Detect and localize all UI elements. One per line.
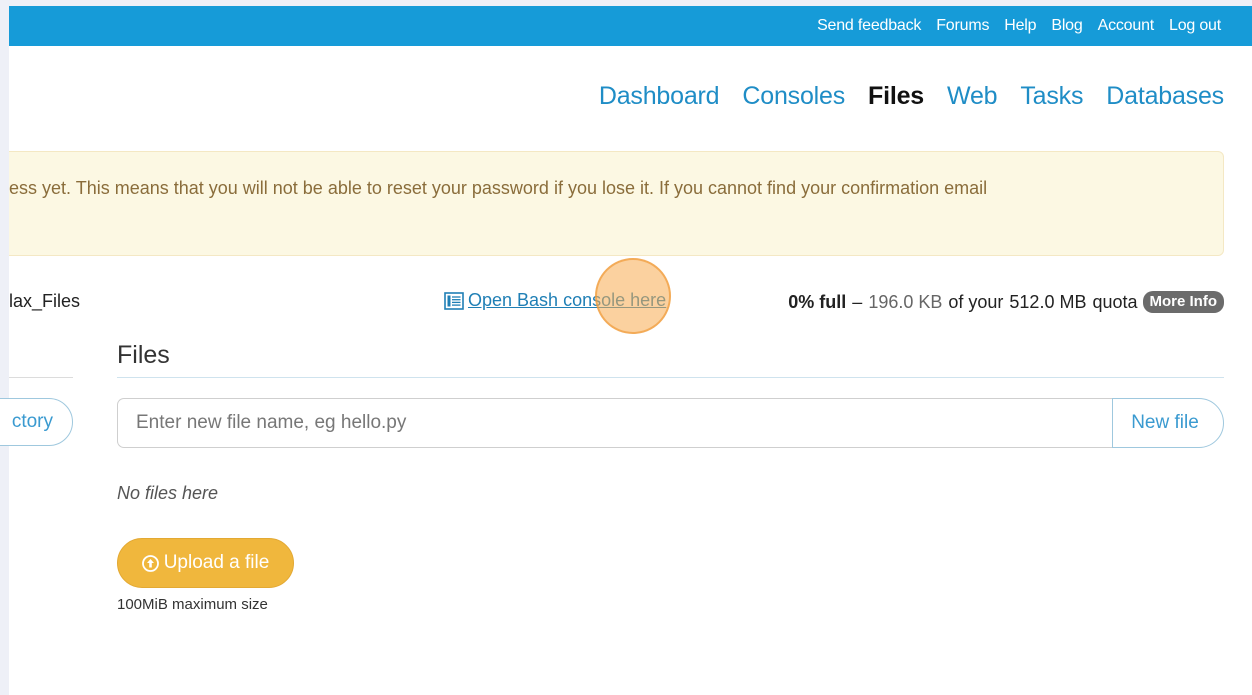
files-divider [117, 377, 1224, 378]
warning-text: ess yet. This means that you will not be… [9, 178, 988, 198]
blog-link[interactable]: Blog [1051, 17, 1082, 35]
quota-percent: 0% full [788, 291, 847, 312]
quota-used: 196.0 KB [868, 291, 943, 312]
current-path[interactable]: lax_Files [9, 291, 80, 312]
account-link[interactable]: Account [1098, 17, 1155, 35]
nav-consoles[interactable]: Consoles [742, 82, 845, 111]
send-feedback-link[interactable]: Send feedback [817, 17, 921, 35]
nav-tasks[interactable]: Tasks [1020, 82, 1083, 111]
top-links: Send feedback Forums Help Blog Account L… [817, 6, 1221, 46]
forums-link[interactable]: Forums [936, 17, 989, 35]
upload-file-button[interactable]: Upload a file [117, 538, 294, 588]
nav-files[interactable]: Files [868, 82, 924, 111]
empty-files-message: No files here [117, 483, 219, 503]
console-icon [444, 291, 464, 310]
main-nav: Dashboard Consoles Files Web Tasks Datab… [599, 82, 1224, 111]
quota-info: 0% full – 196.0 KB of your 512.0 MB quot… [788, 291, 1224, 313]
new-file-name-input[interactable] [117, 398, 1113, 448]
help-link[interactable]: Help [1004, 17, 1036, 35]
top-bar: Send feedback Forums Help Blog Account L… [9, 6, 1252, 46]
upload-file-label: Upload a file [163, 552, 270, 573]
quota-word: quota [1092, 291, 1138, 312]
log-out-link[interactable]: Log out [1169, 17, 1221, 35]
page: Send feedback Forums Help Blog Account L… [0, 0, 1252, 695]
nav-web[interactable]: Web [947, 82, 998, 111]
upload-circle-icon [141, 554, 159, 572]
nav-databases[interactable]: Databases [1106, 82, 1224, 111]
nav-dashboard[interactable]: Dashboard [599, 82, 720, 111]
files-title: Files [117, 341, 170, 369]
new-directory-button[interactable]: ctory [0, 398, 73, 446]
quota-total: 512.0 MB [1009, 291, 1087, 312]
email-warning-banner: ess yet. This means that you will not be… [9, 151, 1224, 256]
left-strip [0, 0, 9, 695]
more-info-badge[interactable]: More Info [1142, 291, 1224, 313]
cursor-highlight [595, 258, 671, 334]
new-file-button[interactable]: New file [1112, 398, 1224, 448]
max-size-note: 100MiB maximum size [117, 596, 268, 613]
quota-dash: – [852, 291, 863, 312]
quota-of-your: of your [948, 291, 1004, 312]
left-divider [9, 377, 73, 378]
